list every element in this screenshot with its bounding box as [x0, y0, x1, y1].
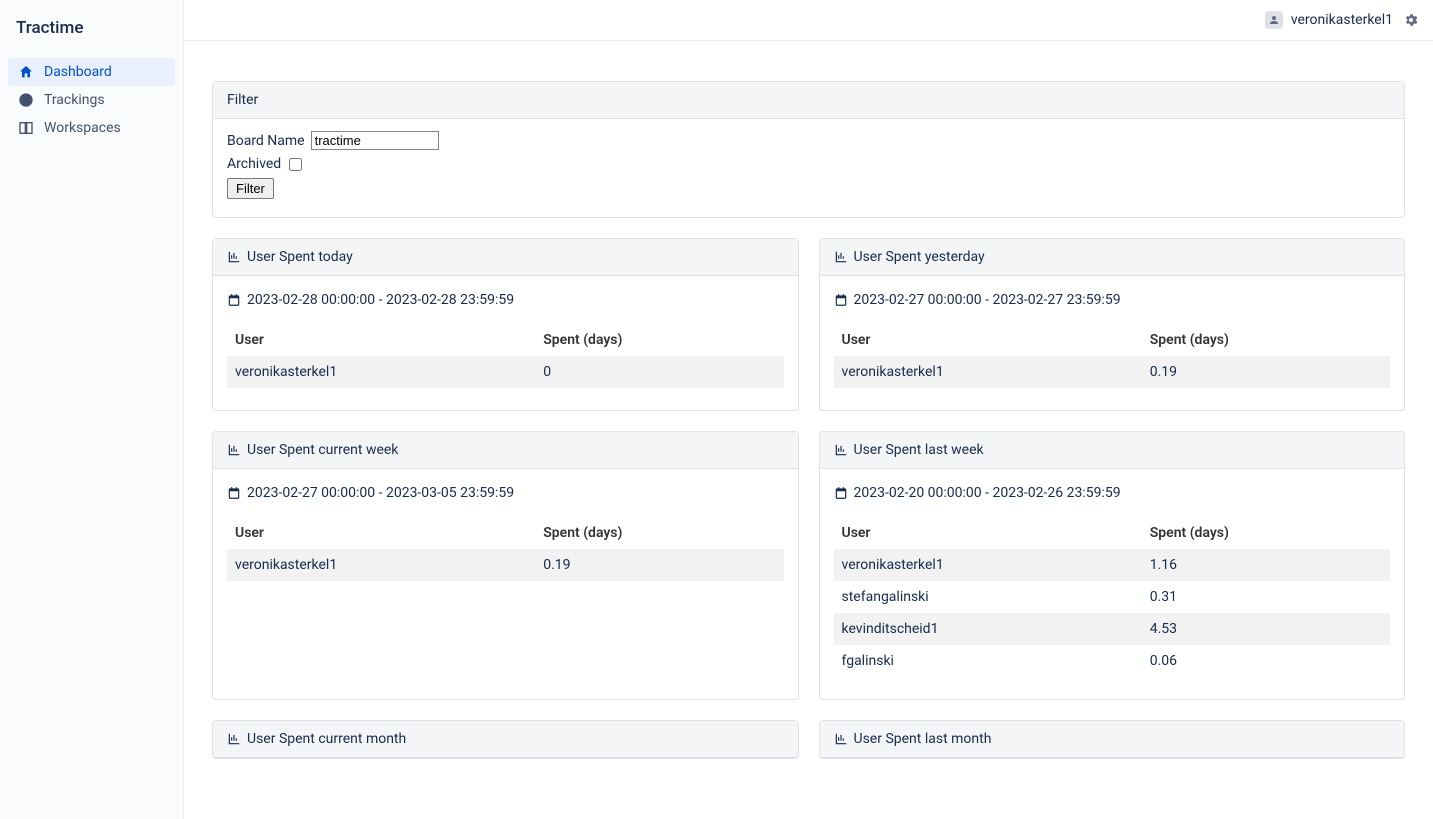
card-title: User Spent last month — [854, 731, 992, 747]
table-row: fgalinski0.06 — [834, 645, 1391, 677]
gear-icon[interactable] — [1403, 12, 1419, 28]
cell-user: kevinditscheid1 — [834, 613, 1142, 645]
nav-label: Workspaces — [44, 120, 121, 136]
archived-label: Archived — [227, 156, 281, 172]
card-user-spent-current-week: User Spent current week 2023-02-27 00:00… — [212, 431, 799, 700]
clock-icon — [18, 92, 34, 108]
cell-user: fgalinski — [834, 645, 1142, 677]
calendar-icon — [227, 486, 241, 500]
cell-spent: 0.19 — [1142, 356, 1390, 388]
chart-icon — [834, 250, 848, 264]
workspace-icon — [18, 120, 34, 136]
app-title: Tractime — [0, 10, 183, 58]
nav-item-trackings[interactable]: Trackings — [8, 86, 175, 114]
nav-item-workspaces[interactable]: Workspaces — [8, 114, 175, 142]
calendar-icon — [834, 293, 848, 307]
card-title: User Spent today — [247, 249, 353, 265]
table-body: veronikasterkel10 — [227, 356, 784, 388]
chart-icon — [834, 443, 848, 457]
nav-label: Trackings — [44, 92, 105, 108]
col-spent: Spent (days) — [1142, 324, 1390, 356]
table-body: veronikasterkel11.16stefangalinski0.31ke… — [834, 549, 1391, 677]
table-row: veronikasterkel11.16 — [834, 549, 1391, 581]
date-range: 2023-02-27 00:00:00 - 2023-03-05 23:59:5… — [247, 485, 514, 501]
home-icon — [18, 64, 34, 80]
calendar-icon — [834, 486, 848, 500]
col-spent: Spent (days) — [535, 517, 783, 549]
cell-user: veronikasterkel1 — [227, 549, 535, 581]
nav-item-dashboard[interactable]: Dashboard — [8, 58, 175, 86]
col-user: User — [834, 324, 1142, 356]
board-name-input[interactable] — [311, 131, 439, 150]
col-spent: Spent (days) — [535, 324, 783, 356]
chart-icon — [227, 250, 241, 264]
cell-spent: 4.53 — [1142, 613, 1390, 645]
archived-checkbox[interactable] — [289, 158, 302, 171]
card-user-spent-yesterday: User Spent yesterday 2023-02-27 00:00:00… — [819, 238, 1406, 411]
card-title: User Spent last week — [854, 442, 984, 458]
table-row: stefangalinski0.31 — [834, 581, 1391, 613]
cell-user: veronikasterkel1 — [834, 356, 1142, 388]
card-user-spent-current-month: User Spent current month — [212, 720, 799, 759]
filter-panel: Filter Board Name Archived Filter — [212, 81, 1405, 218]
avatar-icon — [1265, 11, 1283, 29]
date-range: 2023-02-27 00:00:00 - 2023-02-27 23:59:5… — [854, 292, 1121, 308]
nav: Dashboard Trackings Workspaces — [0, 58, 183, 142]
nav-label: Dashboard — [44, 64, 112, 80]
table-body: veronikasterkel10.19 — [227, 549, 784, 581]
sidebar: Tractime Dashboard Trackings Workspaces — [0, 0, 184, 819]
board-name-label: Board Name — [227, 133, 305, 149]
filter-button[interactable]: Filter — [227, 178, 274, 199]
chart-icon — [834, 732, 848, 746]
topbar: veronikasterkel1 — [184, 0, 1433, 41]
table-row: kevinditscheid14.53 — [834, 613, 1391, 645]
filter-panel-header: Filter — [213, 82, 1404, 119]
table-row: veronikasterkel10.19 — [834, 356, 1391, 388]
cell-user: veronikasterkel1 — [834, 549, 1142, 581]
chart-icon — [227, 443, 241, 457]
table-body: veronikasterkel10.19 — [834, 356, 1391, 388]
chart-icon — [227, 732, 241, 746]
calendar-icon — [227, 293, 241, 307]
card-user-spent-today: User Spent today 2023-02-28 00:00:00 - 2… — [212, 238, 799, 411]
cell-spent: 1.16 — [1142, 549, 1390, 581]
user-chip[interactable]: veronikasterkel1 — [1265, 11, 1393, 29]
col-user: User — [834, 517, 1142, 549]
card-title: User Spent yesterday — [854, 249, 985, 265]
cell-user: veronikasterkel1 — [227, 356, 535, 388]
card-user-spent-last-week: User Spent last week 2023-02-20 00:00:00… — [819, 431, 1406, 700]
col-spent: Spent (days) — [1142, 517, 1390, 549]
table-row: veronikasterkel10.19 — [227, 549, 784, 581]
card-user-spent-last-month: User Spent last month — [819, 720, 1406, 759]
col-user: User — [227, 517, 535, 549]
card-title: User Spent current week — [247, 442, 398, 458]
card-title: User Spent current month — [247, 731, 406, 747]
username: veronikasterkel1 — [1291, 12, 1393, 28]
cell-spent: 0 — [535, 356, 783, 388]
date-range: 2023-02-20 00:00:00 - 2023-02-26 23:59:5… — [854, 485, 1121, 501]
cell-user: stefangalinski — [834, 581, 1142, 613]
cell-spent: 0.19 — [535, 549, 783, 581]
date-range: 2023-02-28 00:00:00 - 2023-02-28 23:59:5… — [247, 292, 514, 308]
col-user: User — [227, 324, 535, 356]
cell-spent: 0.31 — [1142, 581, 1390, 613]
cell-spent: 0.06 — [1142, 645, 1390, 677]
table-row: veronikasterkel10 — [227, 356, 784, 388]
